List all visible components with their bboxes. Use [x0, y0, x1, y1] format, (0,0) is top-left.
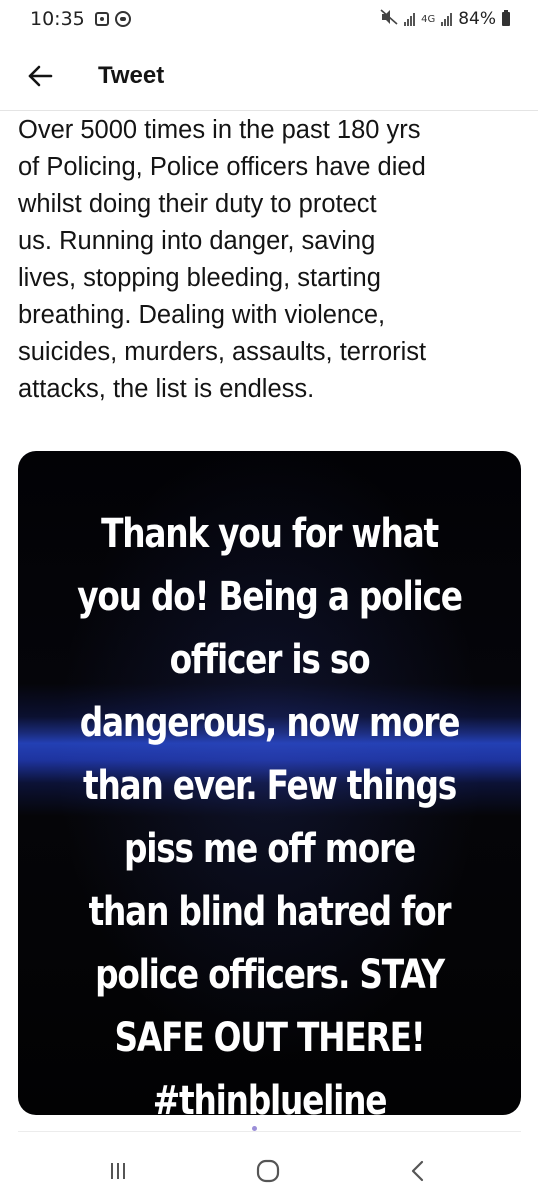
system-nav-bar [0, 1140, 538, 1200]
network-type: 4G [421, 13, 436, 25]
recent-apps-icon [111, 1163, 125, 1179]
status-bar: 10:35 4G 84% [0, 0, 538, 38]
status-indicators: 4G 84% [380, 9, 510, 29]
tweet-media-image[interactable]: Thank you for what you do! Being a polic… [18, 451, 521, 1115]
recent-apps-button[interactable] [98, 1154, 138, 1188]
home-icon [256, 1159, 280, 1183]
signal-icon [404, 12, 416, 26]
carousel-indicator [252, 1126, 257, 1131]
app-header: Tweet [0, 48, 538, 104]
notification-icon [94, 12, 109, 26]
game-icon [114, 11, 131, 27]
page-title: Tweet [98, 62, 165, 89]
back-icon [411, 1160, 424, 1182]
media-bottom-divider [18, 1131, 521, 1132]
home-button[interactable] [248, 1154, 288, 1188]
battery-percent: 84% [458, 9, 496, 29]
signal-icon-2 [441, 12, 453, 26]
status-time: 10:35 [30, 8, 85, 30]
media-caption: Thank you for what you do! Being a polic… [77, 511, 463, 1115]
system-back-button[interactable] [398, 1154, 438, 1188]
battery-icon [502, 10, 510, 26]
mute-icon [380, 9, 398, 29]
header-divider [0, 110, 538, 111]
back-button[interactable] [20, 56, 60, 96]
tweet-text: Over 5000 times in the past 180 yrs of P… [18, 116, 427, 403]
arrow-left-icon [28, 65, 53, 87]
